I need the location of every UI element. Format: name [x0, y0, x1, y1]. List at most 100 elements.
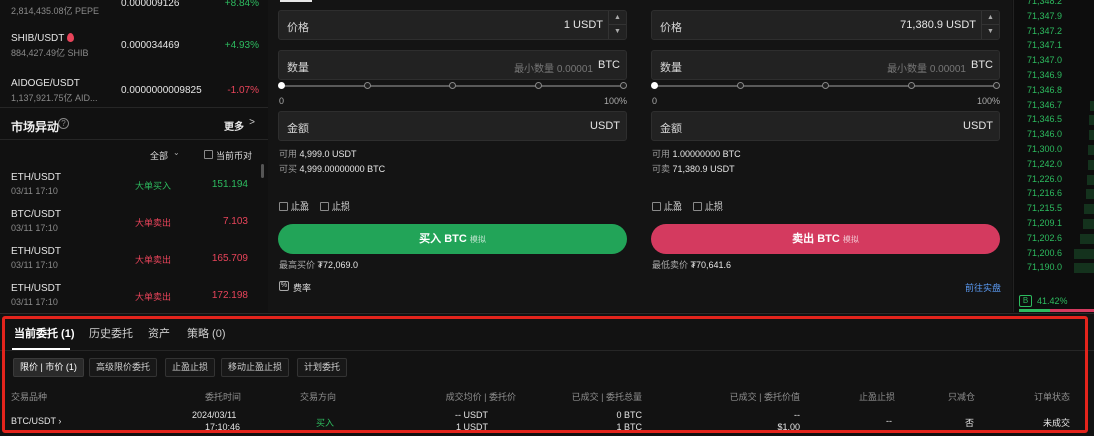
- slider-max-label: 100%: [977, 96, 1001, 106]
- tab-assets[interactable]: 资产: [148, 325, 170, 341]
- slider-stop[interactable]: [908, 82, 915, 89]
- coin-price: 0.0000000009825: [121, 85, 202, 96]
- divider: [0, 107, 268, 108]
- move-type: 大单卖出: [135, 218, 172, 228]
- market-move-row[interactable]: ETH/USDT 03/11 17:10 大单买入 151.194: [11, 172, 256, 208]
- order-book-price[interactable]: 71,300.0: [1027, 144, 1062, 154]
- quantity-unit: BTC: [598, 59, 620, 71]
- buy-price-field[interactable]: 价格 1 USDT ▲ ▼: [278, 10, 627, 40]
- slider-stop[interactable]: [535, 82, 542, 89]
- order-book-price[interactable]: 71,215.5: [1027, 203, 1062, 213]
- market-move-row[interactable]: BTC/USDT 03/11 17:10 大单卖出 7.103: [11, 209, 256, 245]
- filter-all-dropdown[interactable]: 全部: [150, 149, 168, 162]
- price-label: 价格: [660, 22, 682, 34]
- stepper-up-icon[interactable]: ▲: [982, 11, 999, 25]
- coin-price: 0.000034469: [121, 40, 180, 51]
- col-reduce-only: 只减仓: [948, 392, 976, 402]
- amount-unit: USDT: [963, 120, 993, 132]
- sell-quantity-field[interactable]: 数量 最小数量 0.00001 BTC: [651, 50, 1000, 80]
- order-value: $1.00: [777, 422, 800, 432]
- slider-stop[interactable]: [620, 82, 627, 89]
- stop-loss-checkbox[interactable]: [693, 202, 702, 211]
- col-quantity: 已成交 | 委托总量: [571, 392, 642, 402]
- slider-min-label: 0: [279, 96, 285, 106]
- order-book-price[interactable]: 71,346.5: [1027, 114, 1062, 124]
- order-filled-qty: 0 BTC: [616, 410, 642, 420]
- stepper-up-icon[interactable]: ▲: [609, 11, 626, 25]
- order-book-price[interactable]: 71,346.8: [1027, 85, 1062, 95]
- take-profit-checkbox[interactable]: [652, 202, 661, 211]
- coin-symbol: AIDOGE/USDT: [11, 78, 80, 89]
- filter-limit-market[interactable]: 限价 | 市价 (1): [13, 358, 84, 377]
- tab-strategies[interactable]: 策略 (0): [187, 325, 226, 341]
- filter-trigger-orders[interactable]: 计划委托: [297, 358, 348, 377]
- stepper-down-icon[interactable]: ▼: [609, 25, 626, 39]
- stop-loss-checkbox[interactable]: [320, 202, 329, 211]
- order-book-price[interactable]: 71,200.6: [1027, 248, 1062, 258]
- buy-btc-button[interactable]: 买入 BTC 模拟: [278, 224, 627, 254]
- scrollbar[interactable]: [261, 164, 264, 178]
- slider-handle[interactable]: [651, 82, 658, 89]
- sell-amount-field[interactable]: 金额 USDT: [651, 111, 1000, 141]
- buy-quantity-field[interactable]: 数量 最小数量 0.00001 BTC: [278, 50, 627, 80]
- move-time: 03/11 17:10: [11, 223, 58, 233]
- slider-handle[interactable]: [278, 82, 285, 89]
- order-book-price[interactable]: 71,226.0: [1027, 174, 1062, 184]
- go-live-link[interactable]: 前往实盘: [965, 281, 1001, 294]
- slider-stop[interactable]: [993, 82, 1000, 89]
- order-book-price[interactable]: 71,347.2: [1027, 26, 1062, 36]
- order-avg-price: -- USDT: [455, 410, 488, 420]
- coin-symbol: SHIB/USDT: [11, 33, 75, 44]
- buy-amount-field[interactable]: 金额 USDT: [278, 111, 627, 141]
- stepper-down-icon[interactable]: ▼: [982, 25, 999, 39]
- order-book-price[interactable]: 71,346.7: [1027, 100, 1062, 110]
- filter-tp-sl[interactable]: 止盈止损: [165, 358, 216, 377]
- price-stepper[interactable]: ▲ ▼: [981, 11, 999, 39]
- filter-trailing-tp-sl[interactable]: 移动止盈止损: [221, 358, 290, 377]
- price-stepper[interactable]: ▲ ▼: [608, 11, 626, 39]
- current-pair-checkbox[interactable]: [204, 150, 213, 159]
- sell-btc-button[interactable]: 卖出 BTC 模拟: [651, 224, 1000, 254]
- order-book-price[interactable]: 71,209.1: [1027, 218, 1062, 228]
- order-book-price[interactable]: 71,190.0: [1027, 262, 1062, 272]
- order-book-price[interactable]: 71,347.1: [1027, 40, 1062, 50]
- order-book-price[interactable]: 71,242.0: [1027, 159, 1062, 169]
- amount-unit: USDT: [590, 120, 620, 132]
- market-move-row[interactable]: ETH/USDT 03/11 17:10 大单卖出 172.198: [11, 283, 256, 312]
- order-reduce-only: 否: [965, 418, 975, 428]
- order-book-price[interactable]: 71,216.6: [1027, 188, 1062, 198]
- buy-stop-loss-option[interactable]: 止损: [320, 199, 350, 212]
- more-link[interactable]: 更多: [224, 118, 244, 133]
- tab-current-orders[interactable]: 当前委托 (1): [14, 325, 75, 341]
- order-book-price[interactable]: 71,346.9: [1027, 70, 1062, 80]
- slider-stop[interactable]: [449, 82, 456, 89]
- depth-bar: [1089, 115, 1094, 126]
- order-book-price[interactable]: 71,347.0: [1027, 55, 1062, 65]
- filter-advanced-limit[interactable]: 高级限价委托: [89, 358, 158, 377]
- fee-rate-link[interactable]: 费率: [293, 281, 311, 294]
- col-order-time: 委托时间: [205, 392, 242, 402]
- tab-order-history[interactable]: 历史委托: [89, 325, 133, 341]
- order-symbol-link[interactable]: BTC/USDT ›: [11, 416, 61, 426]
- divider: [0, 350, 1094, 351]
- slider-stop[interactable]: [364, 82, 371, 89]
- take-profit-checkbox[interactable]: [279, 202, 288, 211]
- slider-stop[interactable]: [737, 82, 744, 89]
- sell-stop-loss-option[interactable]: 止损: [693, 199, 723, 212]
- buy-percent-slider[interactable]: [278, 80, 627, 92]
- sell-price-field[interactable]: 价格 71,380.9 USDT ▲ ▼: [651, 10, 1000, 40]
- col-status: 订单状态: [1034, 392, 1071, 402]
- sell-percent-slider[interactable]: [651, 80, 1000, 92]
- order-book-price[interactable]: 71,348.2: [1027, 0, 1062, 6]
- coin-price: 0.000009126: [121, 0, 180, 9]
- order-book-price[interactable]: 71,202.6: [1027, 233, 1062, 243]
- order-book-price[interactable]: 71,346.0: [1027, 129, 1062, 139]
- market-move-row[interactable]: ETH/USDT 03/11 17:10 大单卖出 165.709: [11, 246, 256, 282]
- buy-take-profit-option[interactable]: 止盈: [279, 199, 309, 212]
- sell-take-profit-option[interactable]: 止盈: [652, 199, 682, 212]
- order-book-price[interactable]: 71,347.9: [1027, 11, 1062, 21]
- quantity-placeholder: 最小数量 0.00001: [887, 64, 966, 75]
- help-icon[interactable]: ?: [58, 118, 69, 129]
- move-amount: 151.194: [211, 179, 248, 190]
- slider-stop[interactable]: [822, 82, 829, 89]
